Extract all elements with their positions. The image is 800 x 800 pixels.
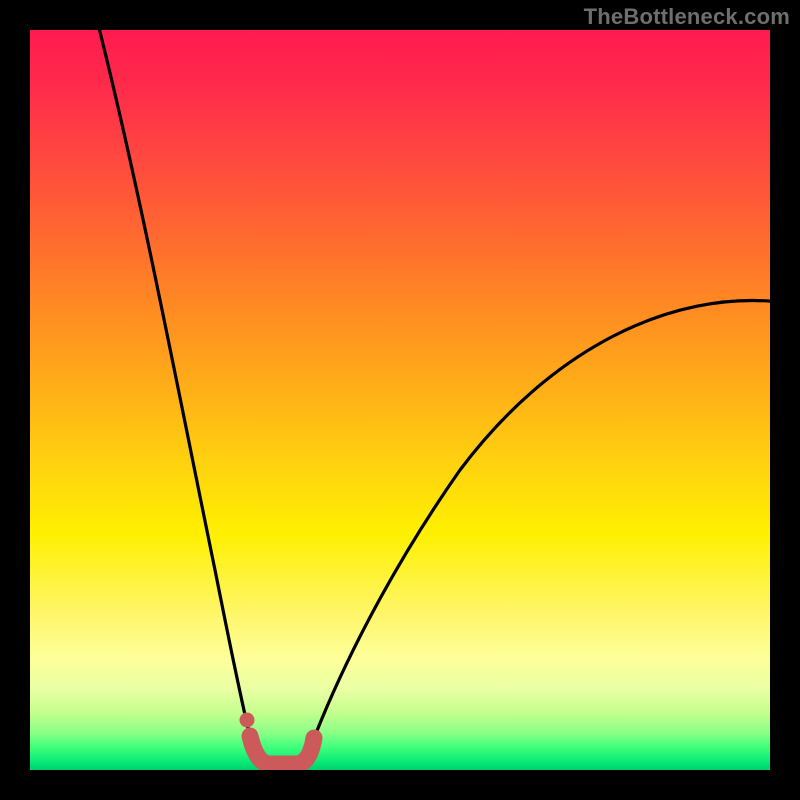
valley-marker-dot (240, 713, 255, 728)
chart-frame: TheBottleneck.com (0, 0, 800, 800)
curve-left-branch (97, 30, 252, 746)
plot-area (30, 30, 770, 770)
watermark-text: TheBottleneck.com (584, 4, 790, 30)
bottleneck-curve (30, 30, 770, 770)
valley-marker-path (250, 736, 314, 764)
curve-right-branch (311, 300, 770, 746)
